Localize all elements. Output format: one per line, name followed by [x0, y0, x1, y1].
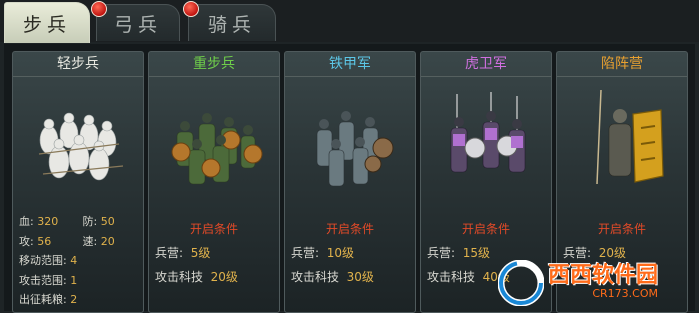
attack-range-value: 1 — [70, 273, 78, 287]
unlock-conditions-title: 开启条件 — [461, 222, 510, 236]
unit-type-tabs: 步兵 弓兵 骑兵 — [0, 0, 699, 43]
move-range-label: 移动范围: — [19, 254, 67, 267]
barracks-requirement: 兵营: 15级 — [427, 244, 490, 261]
attack-range-label: 攻击范围: — [19, 273, 67, 287]
unit-card-light-infantry[interactable]: 轻步兵 血: 320 防: 50 攻: 56 速: 20 移动范围: 4 攻击范… — [12, 51, 144, 313]
barracks-level: 5级 — [190, 246, 211, 260]
watermark-url: CR173.COM — [592, 287, 659, 300]
unit-name: 虎卫军 — [421, 52, 551, 77]
unlock-conditions-title: 开启条件 — [189, 222, 238, 236]
unit-name: 重步兵 — [149, 52, 279, 77]
barracks-label: 兵营: — [427, 246, 456, 260]
food-cost-label: 出征耗粮: — [19, 293, 67, 306]
iron-armor-portrait — [316, 111, 394, 187]
unlock-conditions-title: 开启条件 — [325, 222, 374, 236]
notification-badge — [183, 1, 199, 17]
tab-cavalry[interactable]: 骑兵 — [183, 1, 276, 41]
vanguard-camp-portrait — [596, 89, 664, 185]
light-infantry-portrait — [38, 112, 124, 181]
unit-name: 陷阵营 — [557, 52, 687, 77]
watermark-logo-icon — [498, 259, 544, 306]
tiger-guard-portrait — [450, 92, 526, 173]
attack-tech-requirement: 攻击科技 20级 — [155, 268, 238, 285]
heavy-infantry-portrait — [171, 113, 263, 185]
def-label: 防: — [82, 215, 98, 228]
atk-value: 56 — [37, 234, 52, 248]
unlock-conditions-title: 开启条件 — [597, 222, 646, 236]
barracks-requirement: 兵营: 10级 — [291, 244, 354, 261]
barracks-label: 兵营: — [291, 246, 320, 260]
tab-infantry[interactable]: 步兵 — [4, 2, 90, 43]
watermark-name: 西西软件园 — [548, 263, 659, 288]
atk-label: 攻: — [19, 234, 34, 248]
attack-tech-level: 30级 — [346, 270, 374, 284]
attack-tech-label: 攻击科技 — [291, 270, 340, 284]
hp-label: 血: — [19, 215, 34, 228]
attack-tech-label: 攻击科技 — [155, 270, 204, 284]
attack-tech-requirement: 攻击科技 30级 — [291, 268, 374, 285]
food-cost-value: 2 — [70, 293, 78, 306]
barracks-level: 10级 — [326, 246, 354, 260]
tab-label: 弓兵 — [113, 13, 162, 36]
site-watermark: 西西软件园 CR173.COM — [498, 254, 699, 311]
barracks-requirement: 兵营: 5级 — [155, 244, 210, 261]
attack-tech-level: 20级 — [210, 270, 238, 284]
unit-card-iron-armor[interactable]: 铁甲军 开启条件 兵营: 10级 攻击科技 30级 — [284, 51, 416, 313]
notification-badge — [91, 1, 107, 17]
unit-stats: 血: 320 防: 50 攻: 56 速: 20 移动范围: 4 攻击范围: 1… — [19, 212, 115, 310]
barracks-label: 兵营: — [155, 246, 184, 260]
barracks-level: 15级 — [462, 246, 490, 260]
spd-label: 速: — [82, 234, 98, 248]
unit-card-heavy-infantry[interactable]: 重步兵 开启条件 兵营: 5级 攻击科技 20级 — [148, 51, 280, 313]
spd-value: 20 — [100, 234, 115, 248]
def-value: 50 — [100, 215, 115, 228]
unit-name: 轻步兵 — [13, 52, 143, 77]
move-range-value: 4 — [70, 254, 78, 267]
unit-name: 铁甲军 — [285, 52, 415, 77]
tab-label: 骑兵 — [207, 13, 256, 36]
tab-label: 步兵 — [22, 13, 71, 36]
hp-value: 320 — [37, 215, 59, 228]
attack-tech-label: 攻击科技 — [427, 270, 476, 284]
tab-archers[interactable]: 弓兵 — [91, 1, 180, 41]
